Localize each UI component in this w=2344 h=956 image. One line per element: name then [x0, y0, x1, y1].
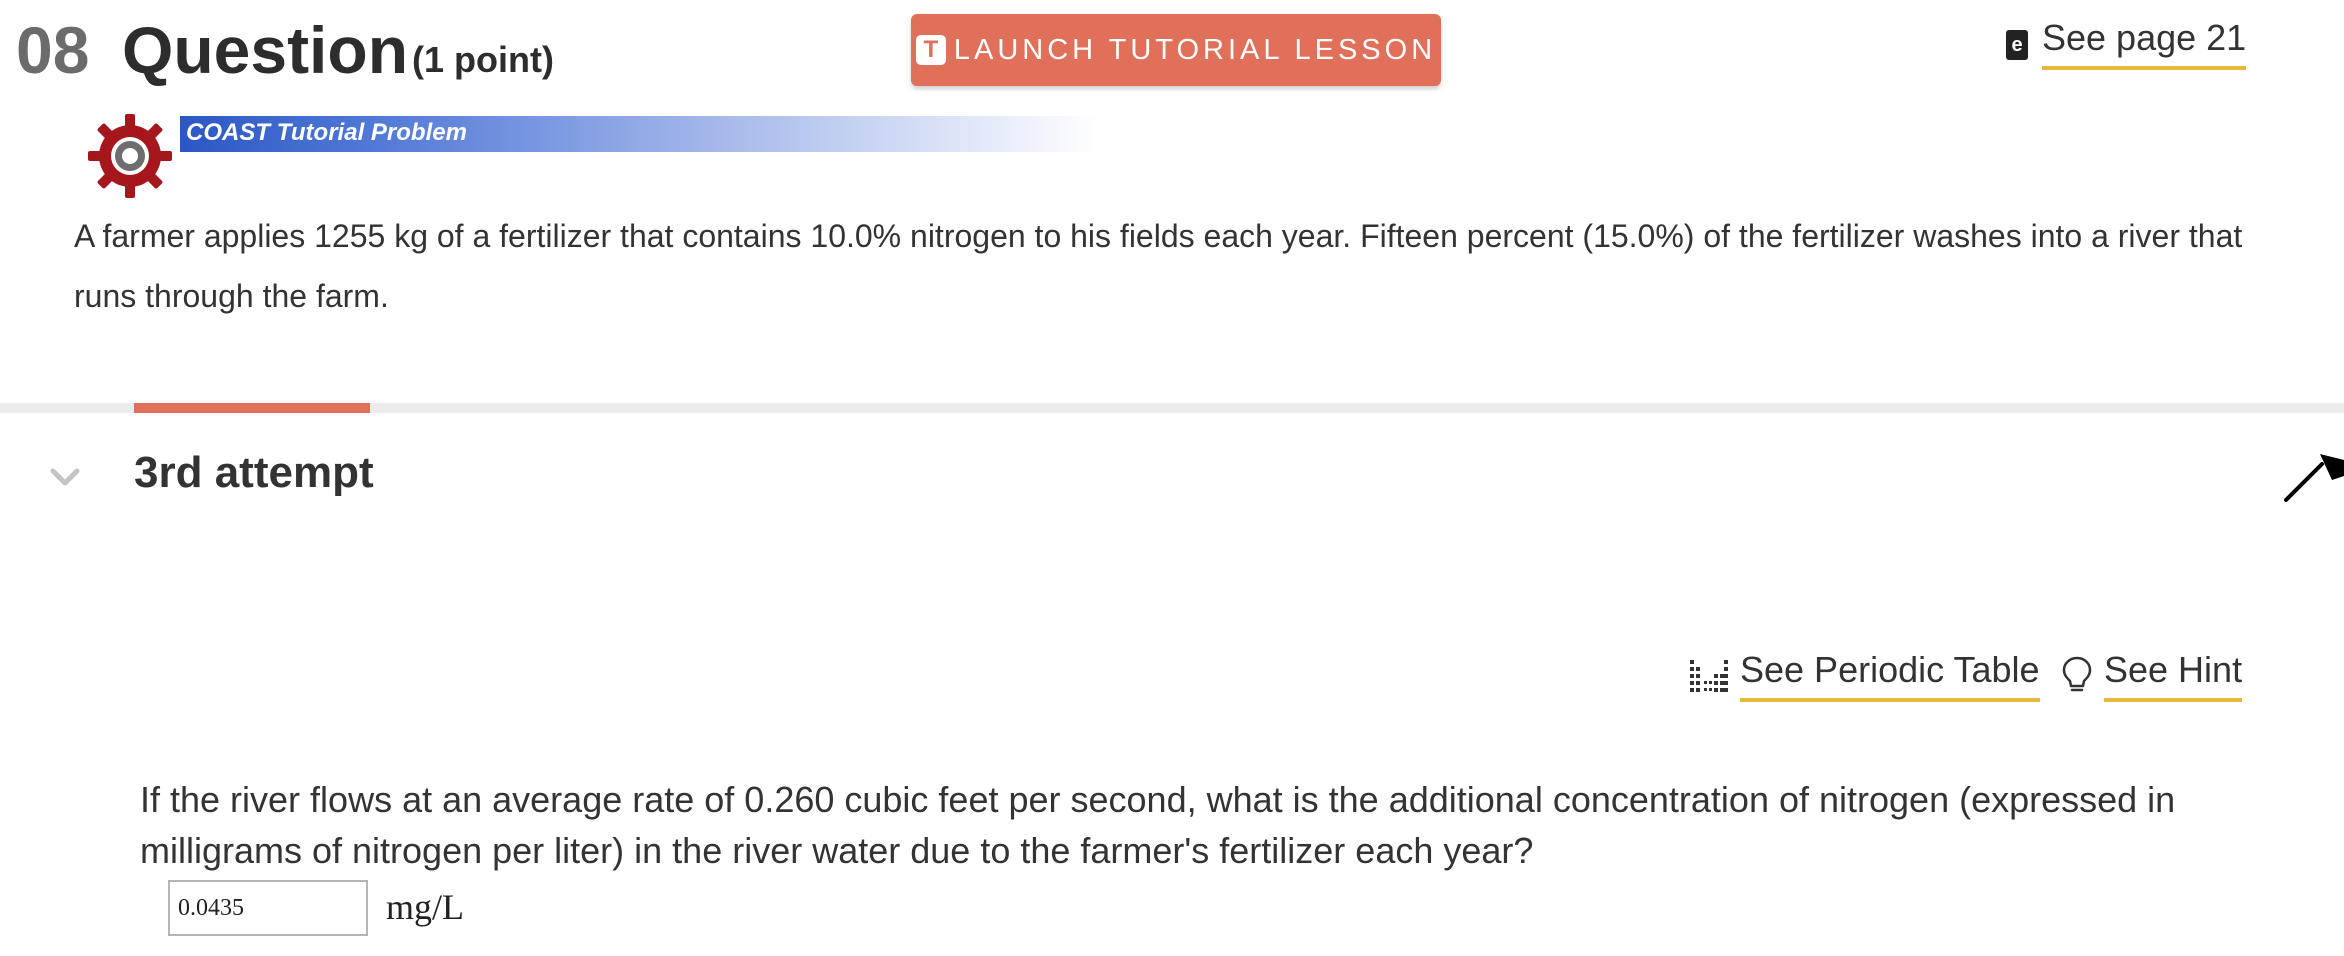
answer-unit: mg/L [386, 887, 464, 927]
gear-icon [88, 114, 172, 198]
see-page-link[interactable]: e See page 21 [2006, 16, 2247, 70]
see-hint-label: See Hint [2104, 648, 2243, 702]
tutorial-icon: T [915, 35, 946, 65]
launch-tutorial-lesson-button[interactable]: T LAUNCH TUTORIAL LESSON [911, 14, 1441, 86]
problem-stem: A farmer applies 1255 kg of a fertilizer… [74, 218, 2243, 314]
see-periodic-table-label: See Periodic Table [1740, 648, 2040, 702]
see-periodic-table-link[interactable]: See Periodic Table [1690, 648, 2040, 702]
chevron-down-icon[interactable] [48, 460, 82, 494]
question-title: Question [122, 13, 409, 87]
launch-tutorial-label: LAUNCH TUTORIAL LESSON [953, 33, 1437, 66]
lightbulb-icon [2062, 656, 2092, 692]
coast-tutorial-banner: COAST Tutorial Problem [180, 116, 1100, 152]
see-hint-link[interactable]: See Hint [2062, 648, 2243, 702]
question-text: If the river flows at an average rate of… [140, 779, 2176, 871]
question-number: 08 [16, 13, 90, 87]
attempt-divider-active [134, 403, 370, 413]
see-page-label: See page 21 [2042, 16, 2247, 70]
attempt-label: 3rd attempt [134, 448, 374, 497]
answer-input[interactable] [168, 880, 368, 936]
question-points: (1 point) [412, 39, 554, 80]
periodic-table-icon [1690, 660, 1728, 692]
coast-banner-label: COAST Tutorial Problem [186, 119, 467, 146]
cursor-arrow-icon [2284, 454, 2344, 502]
ebook-icon: e [2006, 30, 2028, 60]
